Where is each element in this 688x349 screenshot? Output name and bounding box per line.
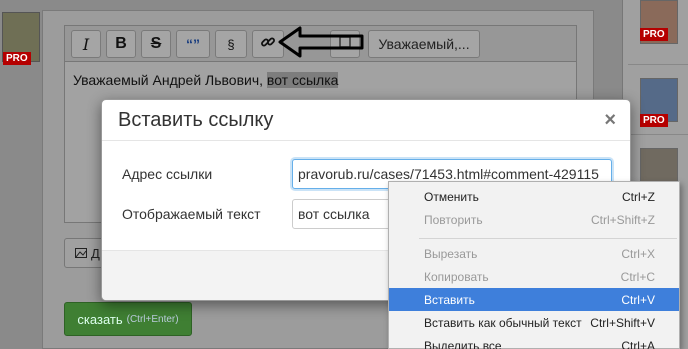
strikethrough-button[interactable]: S [141,30,171,58]
bold-button[interactable]: B [106,30,136,58]
menu-item-shortcut: Ctrl+Shift+Z [590,212,655,227]
menu-item-label: Выделить все [424,338,502,349]
menu-item-shortcut: Ctrl+Shift+V [590,315,655,330]
menu-item-shortcut: Ctrl+A [621,338,655,349]
divider [628,64,688,65]
pro-badge: PRO [3,52,31,65]
image-icon [75,246,87,261]
menu-item-paste[interactable]: Вставить Ctrl+V [389,288,679,311]
menu-item-undo[interactable]: Отменить Ctrl+Z [389,185,679,208]
comment-text: Уважаемый Андрей Львович, [73,72,267,88]
menu-separator [419,238,677,239]
italic-button[interactable]: I [71,30,101,58]
display-text-label: Отображаемый текст [122,206,261,222]
close-icon[interactable]: × [604,109,616,132]
pro-badge: PRO [640,114,668,127]
selected-text: вот ссылка [266,72,339,88]
menu-item-shortcut: Ctrl+Z [622,189,655,204]
menu-item-copy[interactable]: Копировать Ctrl+C [389,265,679,288]
menu-item-cut[interactable]: Вырезать Ctrl+X [389,242,679,265]
menu-item-paste-plain[interactable]: Вставить как обычный текст Ctrl+Shift+V [389,311,679,334]
link-icon [260,34,276,55]
paragraph-button[interactable]: § [215,30,247,58]
greeting-button[interactable]: Уважаемый,... [368,30,480,58]
menu-item-redo[interactable]: Повторить Ctrl+Shift+Z [389,208,679,231]
context-menu: Отменить Ctrl+Z Повторить Ctrl+Shift+Z В… [388,181,680,349]
menu-item-shortcut: Ctrl+C [620,269,655,284]
menu-item-shortcut: Ctrl+X [621,246,655,261]
attach-label: Д [91,245,100,261]
submit-button[interactable]: сказать (Ctrl+Enter) [64,302,192,336]
menu-item-label: Вырезать [424,246,478,261]
arrow-annotation-icon [278,26,364,58]
dialog-header: Вставить ссылку [102,100,630,141]
menu-item-select-all[interactable]: Выделить все Ctrl+A [389,334,679,349]
submit-shortcut-hint: (Ctrl+Enter) [126,313,179,325]
menu-item-label: Отменить [424,189,479,204]
menu-item-label: Вставить как обычный текст [424,315,582,330]
menu-item-label: Вставить [424,292,475,307]
url-label: Адрес ссылки [122,166,213,182]
submit-label: сказать [77,311,123,327]
menu-item-label: Повторить [424,212,483,227]
dialog-title: Вставить ссылку [118,108,274,131]
attach-button[interactable]: Д [64,238,104,268]
quote-button[interactable]: “” [176,30,210,58]
menu-item-shortcut: Ctrl+V [621,292,655,307]
divider [628,134,688,135]
menu-item-label: Копировать [424,269,489,284]
pro-badge: PRO [640,28,668,41]
